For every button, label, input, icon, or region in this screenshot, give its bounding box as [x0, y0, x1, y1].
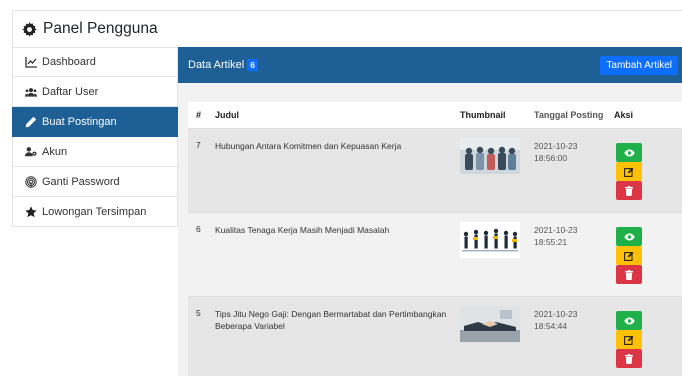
article-count-badge: 6 — [247, 59, 258, 71]
edit-icon — [624, 335, 634, 345]
delete-button[interactable] — [616, 181, 642, 200]
content-title: Data Artikel — [188, 59, 245, 71]
table-row: 6 Kualitas Tenaga Kerja Masih Menjadi Ma… — [188, 212, 682, 296]
sidebar-item-label: Dashboard — [42, 56, 96, 68]
trash-icon — [625, 269, 633, 280]
row-date-day: 2021-10-23 — [534, 225, 578, 235]
panel-header: Panel Pengguna — [12, 10, 682, 47]
header-judul: Judul — [215, 110, 239, 120]
row-actions — [614, 213, 676, 296]
header-no: # — [196, 110, 202, 120]
sidebar-item-akun[interactable]: Akun — [12, 137, 178, 167]
row-number: 6 — [196, 224, 201, 234]
row-date-day: 2021-10-23 — [534, 309, 578, 319]
sidebar-item-buat-postingan[interactable]: Buat Postingan — [12, 107, 178, 137]
sidebar-item-label: Lowongan Tersimpan — [42, 205, 147, 218]
thumbnail-image — [460, 297, 534, 376]
delete-button[interactable] — [616, 265, 642, 284]
users-icon — [25, 86, 37, 98]
table-row: 7 Hubungan Antara Komitmen dan Kepuasan … — [188, 128, 682, 212]
sidebar-item-label: Akun — [42, 145, 68, 158]
row-date-time: 18:55:21 — [534, 237, 568, 247]
pen-icon — [25, 116, 37, 128]
fingerprint-icon — [25, 175, 37, 188]
row-date: 2021-10-23 18:55:21 — [534, 213, 614, 296]
row-date: 2021-10-23 18:54:44 — [534, 297, 614, 376]
sidebar-item-daftar-user[interactable]: Daftar User — [12, 77, 178, 107]
gear-icon — [22, 21, 37, 37]
row-date-day: 2021-10-23 — [534, 141, 578, 151]
header-thumbnail: Thumbnail — [460, 110, 506, 120]
sidebar-item-ganti-password[interactable]: Ganti Password — [12, 167, 178, 197]
user-gear-icon — [25, 146, 37, 158]
thumbnail-image — [460, 129, 534, 212]
header-aksi: Aksi — [614, 110, 634, 120]
sidebar-item-label: Daftar User — [42, 85, 99, 98]
add-article-button[interactable]: Tambah Artikel — [600, 56, 678, 75]
content-panel: Data Artikel 6 Tambah Artikel # Judul Th… — [178, 47, 682, 376]
row-date-time: 18:54:44 — [534, 321, 568, 331]
header-tanggal: Tanggal Posting — [534, 110, 604, 120]
row-title[interactable]: Kualitas Tenaga Kerja Masih Menjadi Masa… — [210, 213, 460, 296]
eye-icon — [623, 317, 635, 324]
view-button[interactable] — [616, 227, 642, 246]
delete-button[interactable] — [616, 349, 642, 368]
panel-title: Panel Pengguna — [43, 20, 158, 37]
row-actions — [614, 297, 676, 376]
content-header: Data Artikel 6 Tambah Artikel — [178, 47, 682, 83]
sidebar-item-dashboard[interactable]: Dashboard — [12, 47, 178, 77]
edit-button[interactable] — [616, 246, 642, 265]
sidebar-item-lowongan-tersimpan[interactable]: Lowongan Tersimpan — [12, 197, 178, 227]
view-button[interactable] — [616, 311, 642, 330]
table-row: 5 Tips Jitu Nego Gaji: Dengan Bermartaba… — [188, 296, 682, 376]
edit-icon — [624, 167, 634, 177]
page: Panel Pengguna Dashboard Daftar User Bua… — [0, 0, 682, 376]
edit-icon — [624, 251, 634, 261]
row-actions — [614, 129, 676, 212]
row-date: 2021-10-23 18:56:00 — [534, 129, 614, 212]
row-number: 5 — [196, 308, 201, 318]
sidebar-item-label: Buat Postingan — [42, 115, 117, 128]
view-button[interactable] — [616, 143, 642, 162]
edit-button[interactable] — [616, 330, 642, 349]
edit-button[interactable] — [616, 162, 642, 181]
eye-icon — [623, 233, 635, 240]
sidebar: Dashboard Daftar User Buat Postingan Aku… — [12, 47, 178, 227]
thumbnail-image — [460, 213, 534, 296]
article-table: # Judul Thumbnail Tanggal Posting Aksi 7… — [188, 102, 682, 376]
eye-icon — [623, 149, 635, 156]
row-title[interactable]: Hubungan Antara Komitmen dan Kepuasan Ke… — [210, 129, 460, 212]
row-number: 7 — [196, 140, 201, 150]
trash-icon — [625, 353, 633, 364]
sidebar-item-label: Ganti Password — [42, 175, 120, 188]
trash-icon — [625, 185, 633, 196]
chart-line-icon — [25, 56, 37, 68]
star-icon — [25, 205, 37, 218]
table-header: # Judul Thumbnail Tanggal Posting Aksi — [188, 102, 682, 128]
row-title[interactable]: Tips Jitu Nego Gaji: Dengan Bermartabat … — [210, 297, 460, 376]
row-date-time: 18:56:00 — [534, 153, 568, 163]
